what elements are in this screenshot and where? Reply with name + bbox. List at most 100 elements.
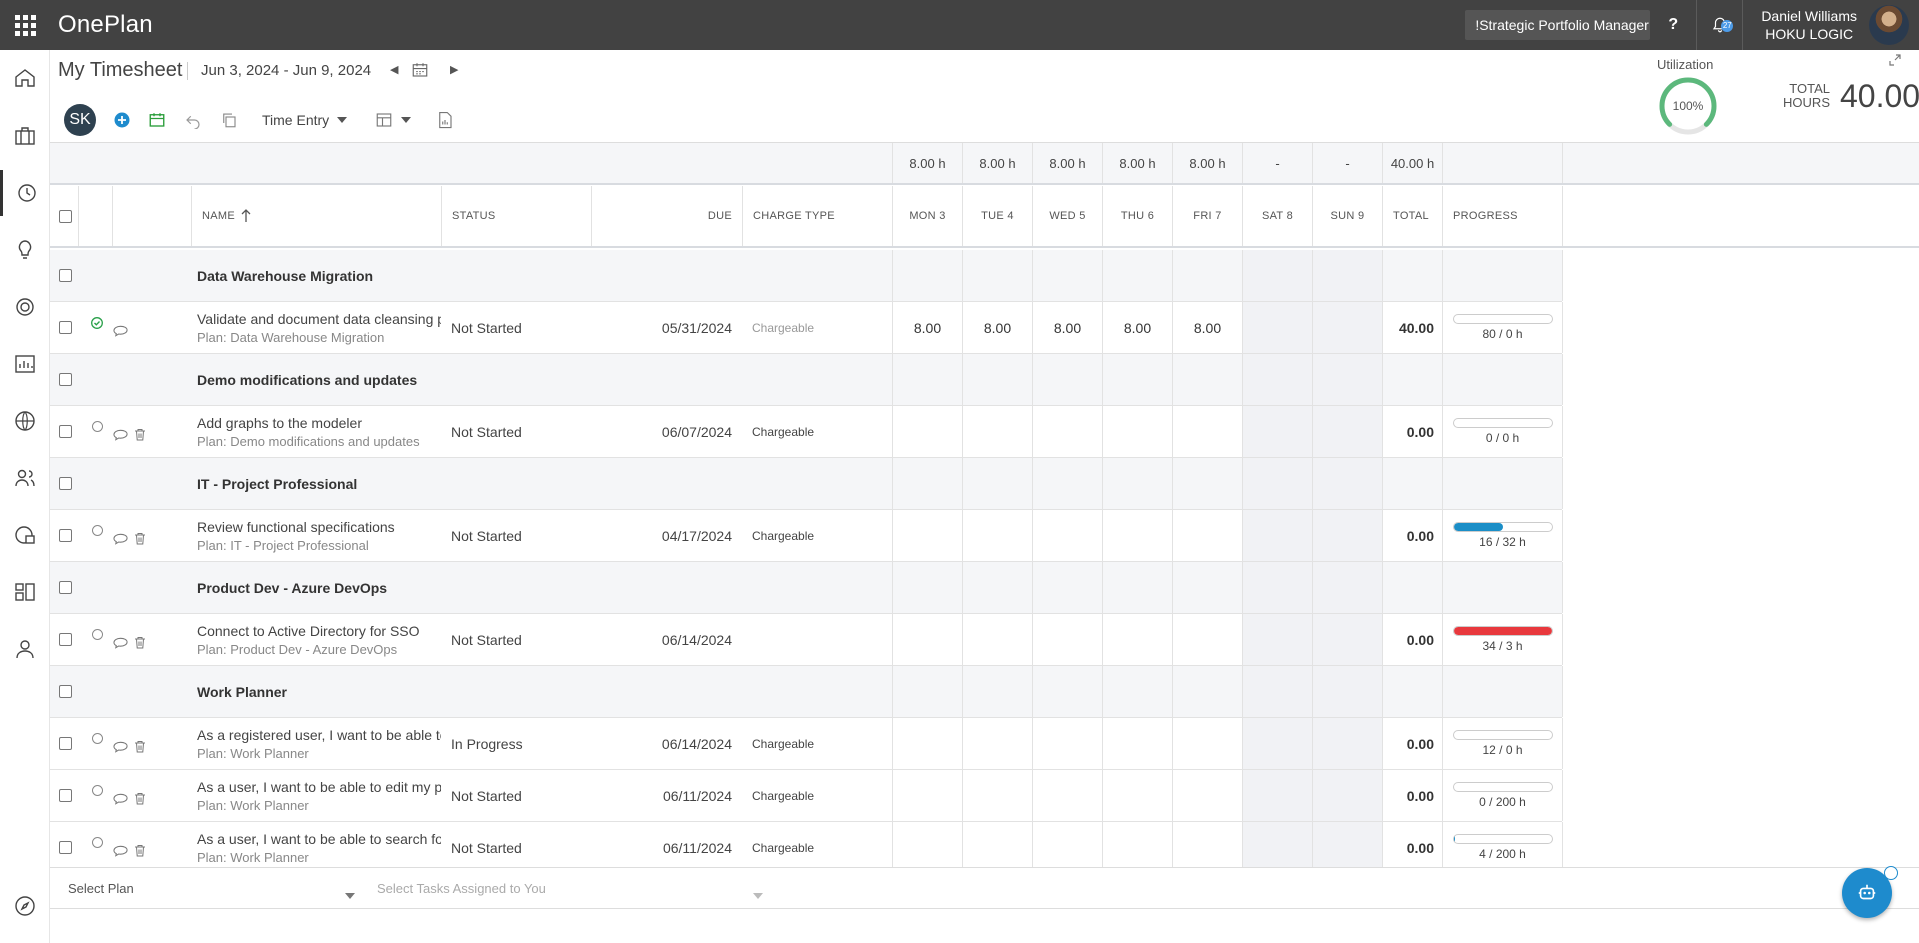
task-name[interactable]: Connect to Active Directory for SSO [197,623,420,639]
hours-cell-sat[interactable] [1242,718,1312,769]
row-checkbox[interactable] [58,529,72,542]
hours-cell-sat[interactable] [1242,822,1312,873]
hours-cell-thu[interactable] [1102,822,1172,873]
sidebar-item-portfolio[interactable] [0,113,50,159]
hours-cell-sun[interactable] [1312,718,1382,769]
table-row[interactable]: As a registered user, I want to be able … [50,718,1563,770]
hours-cell-tue[interactable]: 8.00 [962,302,1032,353]
hours-cell-sat[interactable] [1242,406,1312,457]
column-tue[interactable]: TUE 4 [962,186,1032,246]
undo-button[interactable] [184,111,202,129]
column-progress[interactable]: PROGRESS [1442,186,1562,246]
hours-cell-mon[interactable] [892,822,962,873]
select-all-checkbox[interactable] [58,209,72,223]
task-name[interactable]: As a user, I want to be able to search f… [197,831,441,847]
help-button[interactable]: ? [1650,0,1696,50]
task-status[interactable]: Not Started [451,840,522,856]
hours-cell-wed[interactable] [1032,718,1102,769]
hours-cell-fri[interactable] [1172,614,1242,665]
hours-cell-fri[interactable] [1172,718,1242,769]
hours-cell-wed[interactable] [1032,510,1102,561]
trash-icon[interactable] [134,428,146,441]
layout-dropdown[interactable] [375,111,412,129]
row-checkbox[interactable] [58,373,72,386]
calendar-button[interactable] [411,61,429,84]
column-name[interactable]: NAME [191,186,441,246]
group-row[interactable]: Product Dev - Azure DevOps [50,562,1563,614]
column-wed[interactable]: WED 5 [1032,186,1102,246]
column-due[interactable]: DUE [591,186,742,246]
sidebar-item-finance[interactable] [0,512,50,558]
row-checkbox[interactable] [58,789,72,802]
hours-cell-sat[interactable] [1242,770,1312,821]
hours-cell-wed[interactable]: 8.00 [1032,302,1102,353]
hours-cell-thu[interactable] [1102,614,1172,665]
row-checkbox[interactable] [58,685,72,698]
select-tasks-dropdown[interactable]: Select Tasks Assigned to You [377,881,546,896]
column-mon[interactable]: MON 3 [892,186,962,246]
hours-cell-tue[interactable] [962,406,1032,457]
group-row[interactable]: IT - Project Professional [50,458,1563,510]
complete-toggle-icon[interactable] [91,837,103,848]
task-charge-type[interactable]: Chargeable [752,737,814,751]
comment-icon[interactable] [112,741,128,753]
hours-cell-tue[interactable] [962,614,1032,665]
hours-cell-mon[interactable] [892,718,962,769]
hours-cell-tue[interactable] [962,510,1032,561]
task-charge-type[interactable]: Chargeable [752,789,814,803]
add-button[interactable] [114,112,130,128]
hours-cell-sun[interactable] [1312,822,1382,873]
hours-cell-tue[interactable] [962,718,1032,769]
select-plan-dropdown[interactable]: Select Plan [68,881,134,896]
comment-icon[interactable] [112,429,128,441]
comment-icon[interactable] [112,793,128,805]
group-row[interactable]: Demo modifications and updates [50,354,1563,406]
hours-cell-fri[interactable]: 8.00 [1172,302,1242,353]
row-checkbox[interactable] [58,321,72,334]
task-status[interactable]: Not Started [451,320,522,336]
hours-cell-mon[interactable] [892,614,962,665]
hours-cell-tue[interactable] [962,822,1032,873]
complete-toggle-icon[interactable] [91,629,103,640]
table-row[interactable]: Review functional specifications Plan: IT… [50,510,1563,562]
task-charge-type[interactable]: Chargeable [752,841,814,855]
hours-cell-sat[interactable] [1242,614,1312,665]
task-status[interactable]: Not Started [451,788,522,804]
hours-cell-mon[interactable] [892,406,962,457]
hours-cell-tue[interactable] [962,770,1032,821]
complete-toggle-icon[interactable] [91,421,103,432]
column-status[interactable]: STATUS [441,186,591,246]
row-checkbox[interactable] [58,581,72,594]
row-checkbox[interactable] [58,477,72,490]
hours-cell-thu[interactable] [1102,718,1172,769]
hours-cell-sun[interactable] [1312,510,1382,561]
hours-cell-wed[interactable] [1032,406,1102,457]
add-schedule-button[interactable] [148,111,166,129]
hours-cell-sun[interactable] [1312,770,1382,821]
complete-toggle-icon[interactable] [91,733,103,744]
comment-icon[interactable] [112,325,128,337]
sidebar-item-globe[interactable] [0,398,50,444]
task-status[interactable]: Not Started [451,632,522,648]
column-thu[interactable]: THU 6 [1102,186,1172,246]
notifications-button[interactable]: 27 [1696,0,1742,50]
sidebar-item-profile[interactable] [0,626,50,672]
table-row[interactable]: Validate and document data cleansing p Pl… [50,302,1563,354]
row-checkbox[interactable] [58,269,72,282]
task-charge-type[interactable]: Chargeable [752,425,814,439]
hours-cell-thu[interactable] [1102,770,1172,821]
column-sun[interactable]: SUN 9 [1312,186,1382,246]
task-name[interactable]: As a registered user, I want to be able … [197,727,441,743]
comment-icon[interactable] [112,845,128,857]
hours-cell-wed[interactable] [1032,770,1102,821]
hours-cell-fri[interactable] [1172,822,1242,873]
hours-cell-thu[interactable]: 8.00 [1102,302,1172,353]
export-button[interactable] [437,111,453,129]
sidebar-item-boards[interactable] [0,569,50,615]
trash-icon[interactable] [134,740,146,753]
view-dropdown[interactable]: Time Entry [262,112,348,128]
row-checkbox[interactable] [58,737,72,750]
hours-cell-fri[interactable] [1172,406,1242,457]
group-row[interactable]: Work Planner [50,666,1563,718]
check-circle-icon[interactable] [91,316,103,329]
